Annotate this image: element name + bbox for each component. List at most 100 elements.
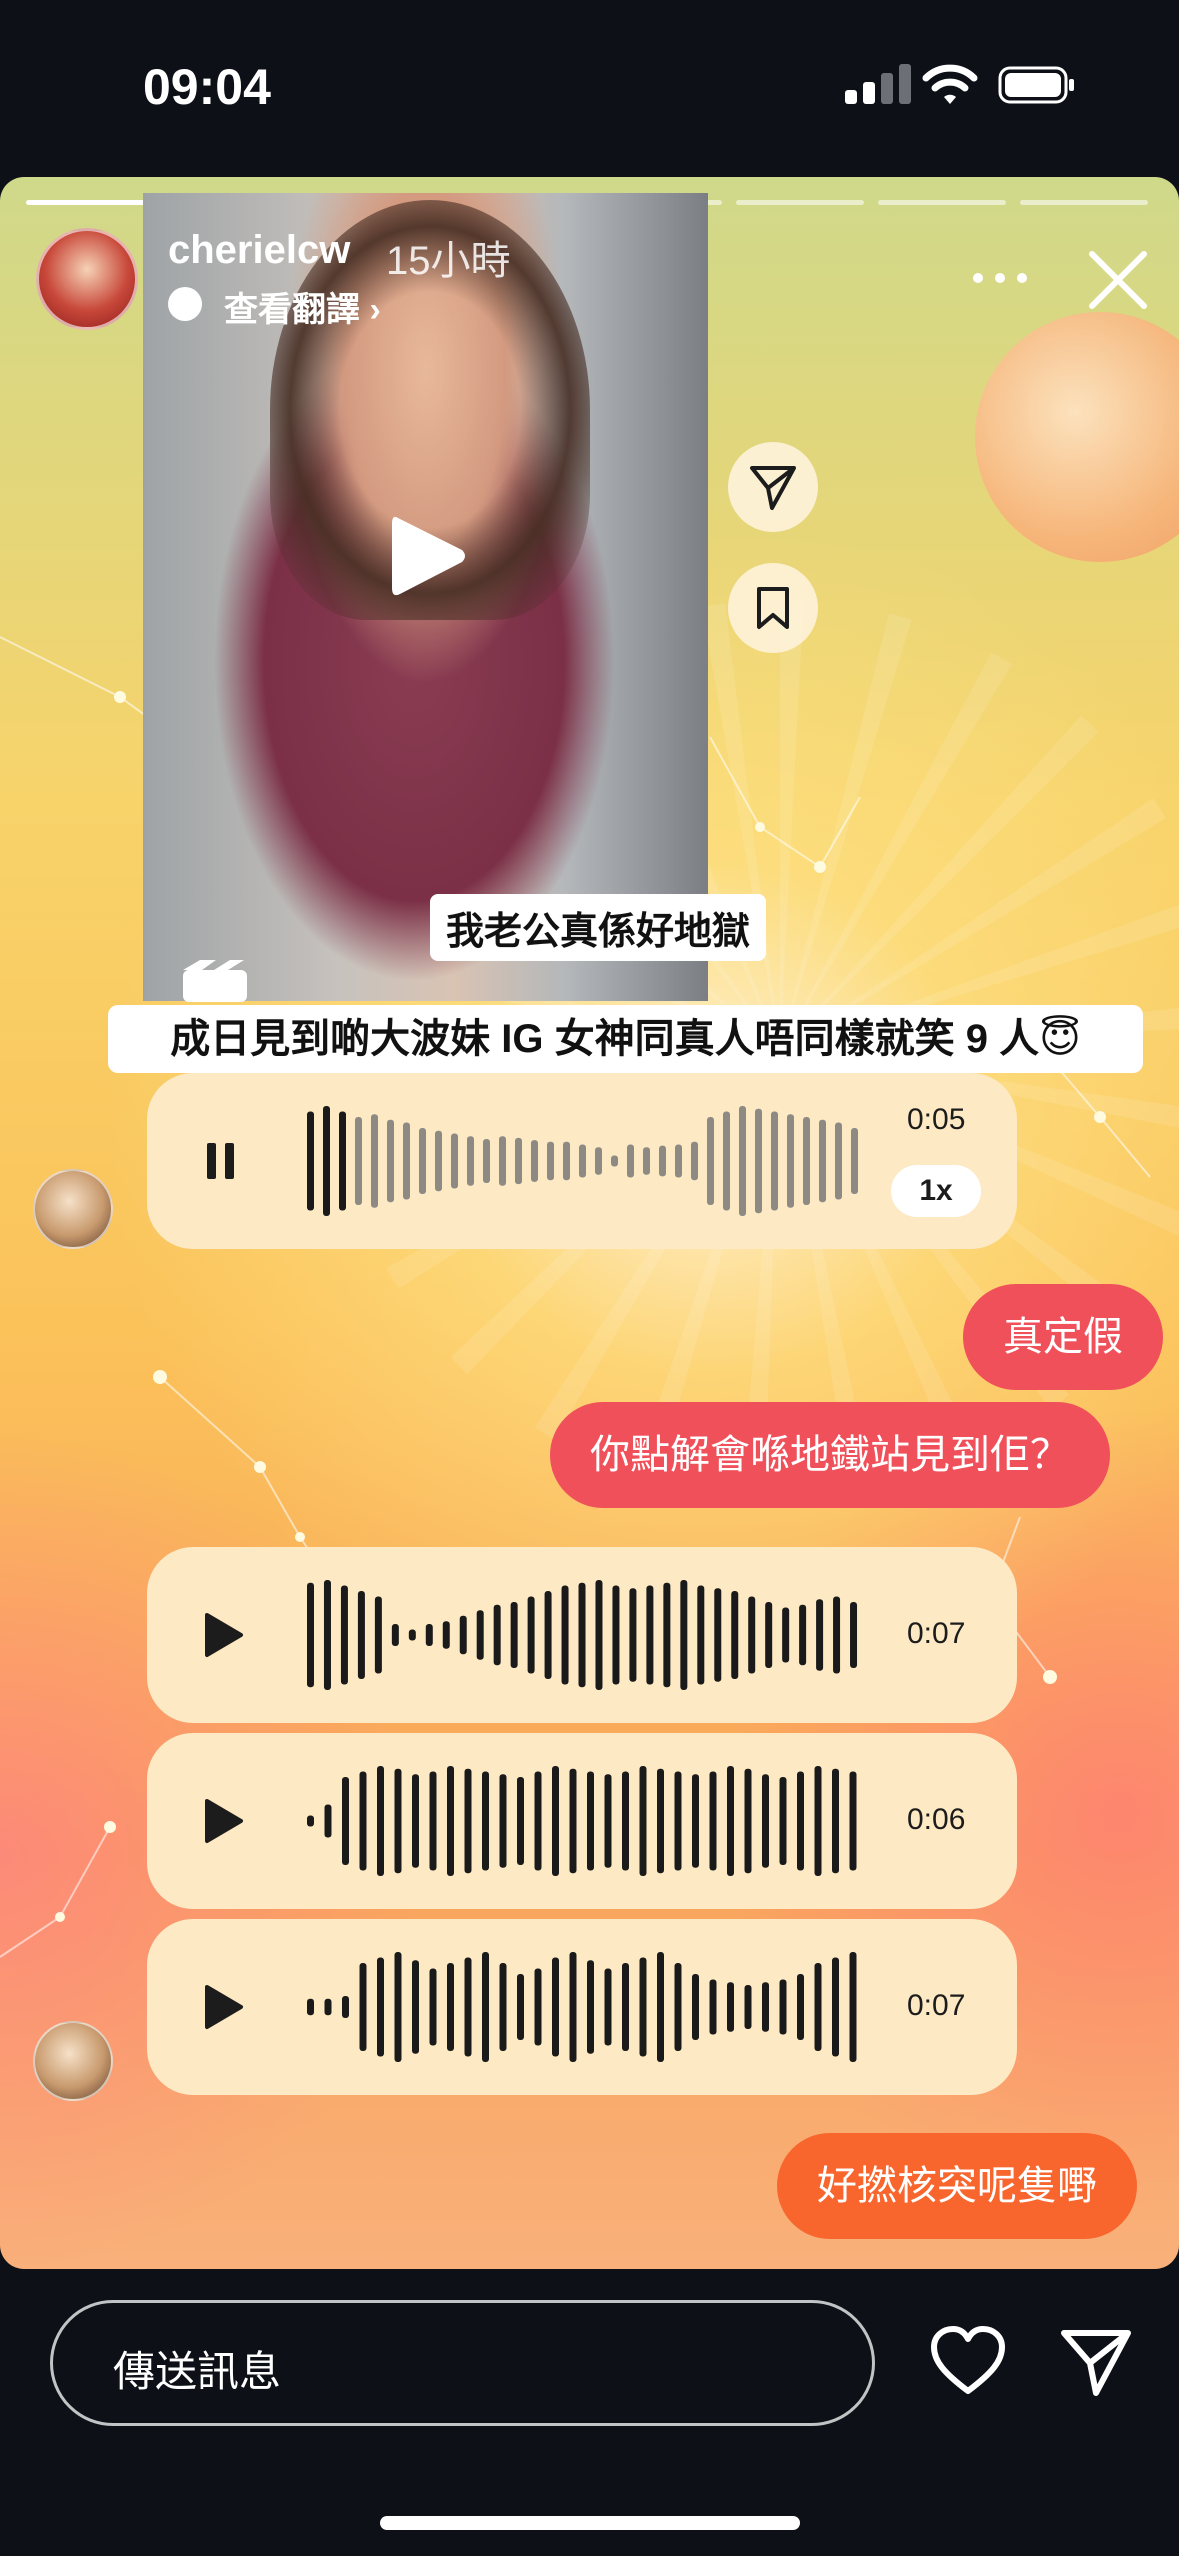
reel-icon [183, 960, 247, 1002]
playback-speed-button[interactable]: 1x [891, 1165, 981, 1217]
waveform-bar [342, 1996, 349, 2018]
waveform-bar [359, 1771, 367, 1871]
pause-icon[interactable] [193, 1133, 249, 1189]
waveform-bar [527, 1596, 535, 1674]
waveform-bar [534, 1771, 542, 1871]
waveform-bar [663, 1582, 671, 1688]
waveform-bar [515, 1137, 522, 1185]
sent-message[interactable]: 好撚核突呢隻嘢 [777, 2133, 1137, 2239]
waveform-bar [595, 1147, 602, 1175]
play-icon[interactable] [388, 512, 468, 600]
send-icon[interactable] [1058, 2323, 1134, 2399]
peer-avatar[interactable] [33, 2021, 113, 2101]
waveform-bar [323, 1580, 331, 1690]
battery-icon [998, 66, 1074, 104]
waveform-bar [765, 1602, 773, 1668]
story-author-avatar[interactable] [36, 228, 138, 330]
see-translation-link[interactable]: 查看翻譯 › [224, 282, 381, 331]
more-icon[interactable] [970, 268, 1030, 288]
voice-message[interactable]: 0:05 1x [147, 1073, 1017, 1249]
waveform-bar [771, 1111, 778, 1211]
waveform-bar [643, 1147, 650, 1175]
voice-message[interactable]: 0:07 [147, 1919, 1017, 2095]
story-progress-segment [1020, 200, 1148, 205]
waveform-bar [595, 1580, 603, 1690]
waveform-bar [578, 1582, 586, 1688]
waveform-bar [499, 1136, 506, 1186]
waveform-bar [517, 1777, 524, 1865]
waveform-bar [482, 1952, 489, 2062]
waveform-bar [307, 1815, 314, 1827]
voice-duration: 0:07 [907, 1617, 966, 1650]
sent-message[interactable]: 真定假 [963, 1284, 1163, 1390]
waveform-bar [709, 1979, 717, 2035]
waveform-bar [587, 1960, 594, 2054]
waveform-bar [819, 1119, 826, 1203]
waveform-bar [850, 1602, 858, 1668]
play-icon[interactable] [193, 1793, 249, 1849]
waveform-bar [723, 1111, 730, 1211]
peer-avatar[interactable] [33, 1169, 113, 1249]
waveform-bar [779, 1979, 787, 2035]
waveform-bar [731, 1591, 739, 1679]
waveform-bar [412, 1960, 419, 2054]
waveform-bar [797, 1974, 804, 2040]
waveform-bar [814, 1963, 822, 2051]
waveform-bar [374, 1596, 382, 1674]
waveform-bar [377, 1766, 384, 1876]
waveform-bar [744, 1985, 752, 2029]
waveform-bar [851, 1128, 858, 1194]
heart-icon[interactable] [930, 2325, 1006, 2397]
waveform-bar [342, 1777, 349, 1865]
waveform-bar [357, 1591, 365, 1679]
waveform-bar [744, 1768, 752, 1874]
waveform-bar [727, 1982, 734, 2032]
voice-message[interactable]: 0:06 [147, 1733, 1017, 1909]
voice-duration: 0:06 [907, 1803, 966, 1836]
waveform-bar [692, 1974, 699, 2040]
waveform-bar [531, 1140, 538, 1182]
translate-icon [168, 287, 202, 321]
wifi-icon [922, 64, 978, 104]
voice-message[interactable]: 0:07 [147, 1547, 1017, 1723]
bookmark-button[interactable] [728, 563, 818, 653]
close-icon[interactable] [1086, 248, 1150, 312]
waveform-bar [517, 1974, 524, 2040]
waveform-bar [464, 1768, 472, 1874]
play-icon[interactable] [193, 1607, 249, 1663]
voice-waveform[interactable] [277, 1943, 1017, 2071]
waveform-bar [639, 1766, 647, 1876]
waveform-bar [544, 1591, 552, 1679]
waveform-bar [355, 1117, 362, 1205]
waveform-bar [476, 1610, 484, 1660]
waveform-bar [403, 1122, 410, 1200]
waveform-bar [394, 1768, 402, 1874]
waveform-bar [748, 1596, 756, 1674]
play-icon[interactable] [193, 1979, 249, 2035]
waveform-bar [307, 1998, 314, 2016]
waveform-bar [674, 1771, 682, 1871]
waveform-bar [561, 1585, 569, 1685]
video-caption-main: 成日見到啲大波妹 IG 女神同真人唔同樣就笑 9 人😇 [108, 1005, 1143, 1073]
waveform-bar [639, 1957, 647, 2057]
waveform-bar [510, 1602, 518, 1668]
waveform-bar [324, 1998, 332, 2016]
voice-duration: 0:05 [907, 1103, 966, 1136]
status-time: 09:04 [143, 59, 271, 115]
waveform-bar [587, 1771, 594, 1871]
sent-message[interactable]: 你點解會喺地鐵站見到佢？ [550, 1402, 1110, 1508]
waveform-bar [674, 1963, 682, 2051]
story-time-ago: 15小時 [386, 239, 511, 283]
waveform-bar [412, 1774, 419, 1868]
waveform-bar [779, 1777, 787, 1865]
waveform-bar [493, 1604, 501, 1666]
waveform-bar [323, 1106, 330, 1216]
voice-waveform[interactable] [277, 1571, 1017, 1699]
waveform-bar [359, 1963, 367, 2051]
waveform-bar [604, 1774, 612, 1868]
video-caption-top: 我老公真係好地獄 [430, 894, 767, 961]
share-button[interactable] [728, 442, 818, 532]
waveform-bar [340, 1585, 348, 1685]
voice-waveform[interactable] [277, 1757, 1017, 1885]
story-username[interactable]: cherielcw [168, 228, 350, 273]
